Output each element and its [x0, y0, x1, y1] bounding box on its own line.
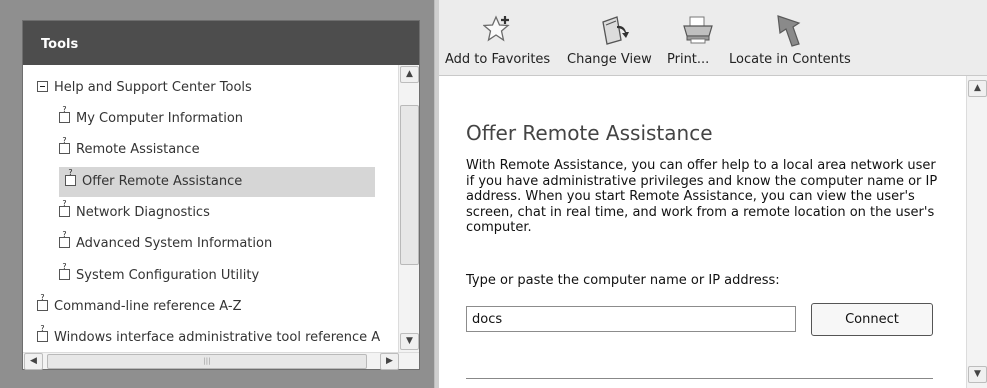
- help-topic-icon: [37, 323, 48, 342]
- tree-item-label: Command-line reference A-Z: [54, 299, 242, 314]
- divider-line: [466, 378, 933, 379]
- content-pane: Offer Remote Assistance With Remote Assi…: [439, 76, 966, 388]
- scroll-right-arrow-icon[interactable]: ▶: [380, 353, 399, 370]
- print-button[interactable]: Print...: [667, 0, 731, 76]
- toolbar: Add to Favorites Change View Print... Lo…: [439, 0, 987, 76]
- scroll-down-arrow-icon[interactable]: ▼: [968, 366, 987, 383]
- add-to-favorites-label: Add to Favorites: [445, 52, 551, 67]
- page-title: Offer Remote Assistance: [466, 121, 713, 145]
- tree-item-my-computer-information[interactable]: My Computer Information: [59, 104, 243, 134]
- help-topic-icon: [59, 261, 70, 280]
- tree-item-system-configuration-utility[interactable]: System Configuration Utility: [59, 261, 259, 291]
- locate-in-contents-label: Locate in Contents: [729, 52, 851, 67]
- collapse-minus-icon[interactable]: [37, 81, 48, 92]
- computer-address-input[interactable]: [466, 306, 796, 332]
- change-view-icon: [602, 16, 629, 45]
- tree-horizontal-scrollbar[interactable]: ◀ ||| ▶: [23, 352, 419, 370]
- locate-arrow-icon: [777, 15, 801, 47]
- address-prompt-label: Type or paste the computer name or IP ad…: [466, 273, 780, 288]
- tree-item-offer-remote-assistance[interactable]: Offer Remote Assistance: [59, 167, 375, 197]
- scroll-up-arrow-icon[interactable]: ▲: [400, 66, 419, 83]
- right-pane: Add to Favorites Change View Print... Lo…: [439, 0, 987, 388]
- left-pane: Tools Help and Support Center Tools My C…: [0, 0, 434, 388]
- star-plus-icon: [483, 15, 510, 42]
- print-label: Print...: [667, 52, 710, 67]
- help-topic-icon: [37, 292, 48, 311]
- tree-item-label: Advanced System Information: [76, 236, 273, 251]
- tools-panel: Tools Help and Support Center Tools My C…: [22, 20, 420, 370]
- printer-icon: [683, 16, 713, 44]
- connect-button[interactable]: Connect: [811, 303, 933, 336]
- tree-item-label: System Configuration Utility: [76, 268, 260, 283]
- tree-item-label: Network Diagnostics: [76, 205, 210, 220]
- tree-item-label: Remote Assistance: [76, 142, 200, 157]
- tree-item-label: Offer Remote Assistance: [82, 174, 243, 189]
- help-topic-icon: [59, 104, 70, 123]
- tree-item-label: Help and Support Center Tools: [54, 80, 252, 95]
- tools-header: Tools: [23, 21, 419, 65]
- help-topic-icon: [59, 135, 70, 154]
- tree-item-windows-interface-tool-reference[interactable]: Windows interface administrative tool re…: [37, 323, 380, 352]
- tree-vertical-scroll-thumb[interactable]: [400, 105, 419, 265]
- tree-vertical-scrollbar[interactable]: ▲ ▼: [398, 65, 419, 352]
- page-description: With Remote Assistance, you can offer he…: [466, 158, 938, 235]
- change-view-button[interactable]: Change View: [567, 0, 663, 76]
- tree-item-label: My Computer Information: [76, 111, 244, 126]
- help-topic-icon: [65, 167, 76, 186]
- content-vertical-scrollbar[interactable]: ▲ ▼: [966, 76, 987, 388]
- tree-horizontal-scroll-thumb[interactable]: |||: [47, 354, 367, 369]
- help-topic-icon: [59, 229, 70, 248]
- scroll-left-arrow-icon[interactable]: ◀: [24, 353, 43, 370]
- tree-item-network-diagnostics[interactable]: Network Diagnostics: [59, 198, 210, 228]
- scroll-up-arrow-icon[interactable]: ▲: [968, 80, 987, 97]
- tree-item-command-line-reference[interactable]: Command-line reference A-Z: [37, 292, 242, 322]
- tree-item-remote-assistance[interactable]: Remote Assistance: [59, 135, 200, 165]
- change-view-label: Change View: [567, 52, 652, 67]
- tree-item-help-support-tools[interactable]: Help and Support Center Tools: [37, 73, 252, 103]
- tools-tree: Help and Support Center Tools My Compute…: [23, 65, 398, 352]
- add-to-favorites-button[interactable]: Add to Favorites: [445, 0, 557, 76]
- locate-in-contents-button[interactable]: Locate in Contents: [729, 0, 859, 76]
- scroll-down-arrow-icon[interactable]: ▼: [400, 333, 419, 350]
- tree-item-label: Windows interface administrative tool re…: [54, 330, 381, 345]
- tree-item-advanced-system-information[interactable]: Advanced System Information: [59, 229, 272, 259]
- help-topic-icon: [59, 198, 70, 217]
